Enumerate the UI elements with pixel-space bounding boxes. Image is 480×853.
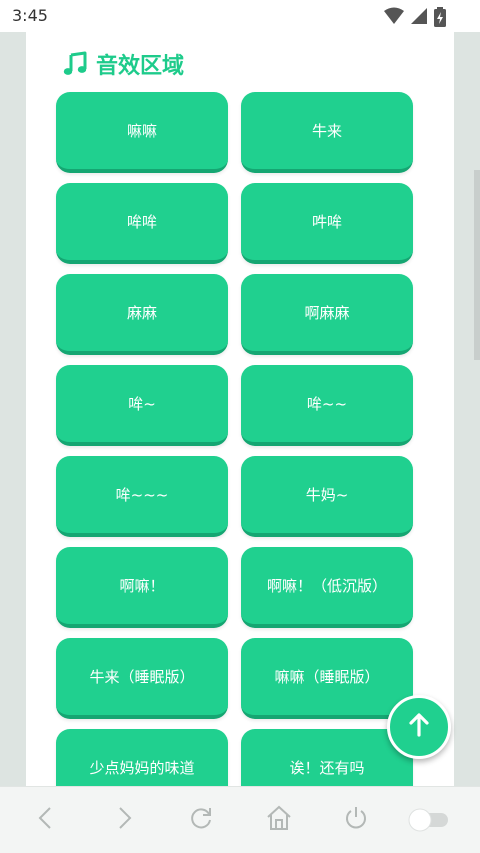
home-icon [265, 805, 293, 835]
home-button[interactable] [264, 805, 294, 835]
sound-button[interactable]: 哞~~ [241, 365, 413, 446]
power-icon [343, 805, 369, 835]
sound-button[interactable]: 嘛嘛（睡眠版） [241, 638, 413, 719]
sound-effects-panel: 音效区域 嘛嘛 牛来 哞哞 吽哞 麻麻 啊麻麻 哞~ 哞~~ 哞~~~ 牛妈~ … [26, 32, 454, 786]
refresh-icon [188, 805, 214, 835]
status-icons [384, 7, 446, 31]
sound-button[interactable]: 牛妈~ [241, 456, 413, 537]
status-time: 3:45 [12, 6, 48, 25]
back-icon [36, 806, 56, 834]
sound-button[interactable]: 少点妈妈的味道 [56, 729, 228, 786]
scroll-to-top-button[interactable] [387, 695, 451, 759]
sound-button-grid: 嘛嘛 牛来 哞哞 吽哞 麻麻 啊麻麻 哞~ 哞~~ 哞~~~ 牛妈~ 啊嘛！ 啊… [56, 92, 413, 786]
wifi-icon [384, 7, 404, 31]
arrow-up-icon [406, 712, 432, 742]
sound-button[interactable]: 诶！还有吗 [241, 729, 413, 786]
sound-button[interactable]: 啊嘛！ [56, 547, 228, 628]
forward-icon [114, 806, 134, 834]
sound-button[interactable]: 牛来 [241, 92, 413, 173]
back-button[interactable] [31, 805, 61, 835]
sound-button[interactable]: 麻麻 [56, 274, 228, 355]
scrollbar-thumb[interactable] [474, 170, 480, 360]
toggle-switch[interactable] [406, 805, 450, 835]
section-title: 音效区域 [96, 54, 185, 79]
battery-icon [434, 7, 446, 31]
refresh-button[interactable] [186, 805, 216, 835]
left-margin [0, 32, 26, 786]
sound-button[interactable]: 牛来（睡眠版） [56, 638, 228, 719]
power-button[interactable] [341, 805, 371, 835]
sound-button[interactable]: 哞~~~ [56, 456, 228, 537]
section-header: 音效区域 [62, 48, 184, 80]
forward-button[interactable] [109, 805, 139, 835]
right-margin [454, 32, 480, 786]
music-note-icon [62, 51, 88, 77]
sound-button[interactable]: 嘛嘛 [56, 92, 228, 173]
sound-button[interactable]: 啊嘛！（低沉版） [241, 547, 413, 628]
status-bar: 3:45 [0, 0, 480, 32]
browser-toolbar [0, 786, 480, 853]
sound-button[interactable]: 哞哞 [56, 183, 228, 264]
sound-button[interactable]: 吽哞 [241, 183, 413, 264]
sound-button[interactable]: 哞~ [56, 365, 228, 446]
signal-icon [410, 7, 428, 31]
sound-button[interactable]: 啊麻麻 [241, 274, 413, 355]
